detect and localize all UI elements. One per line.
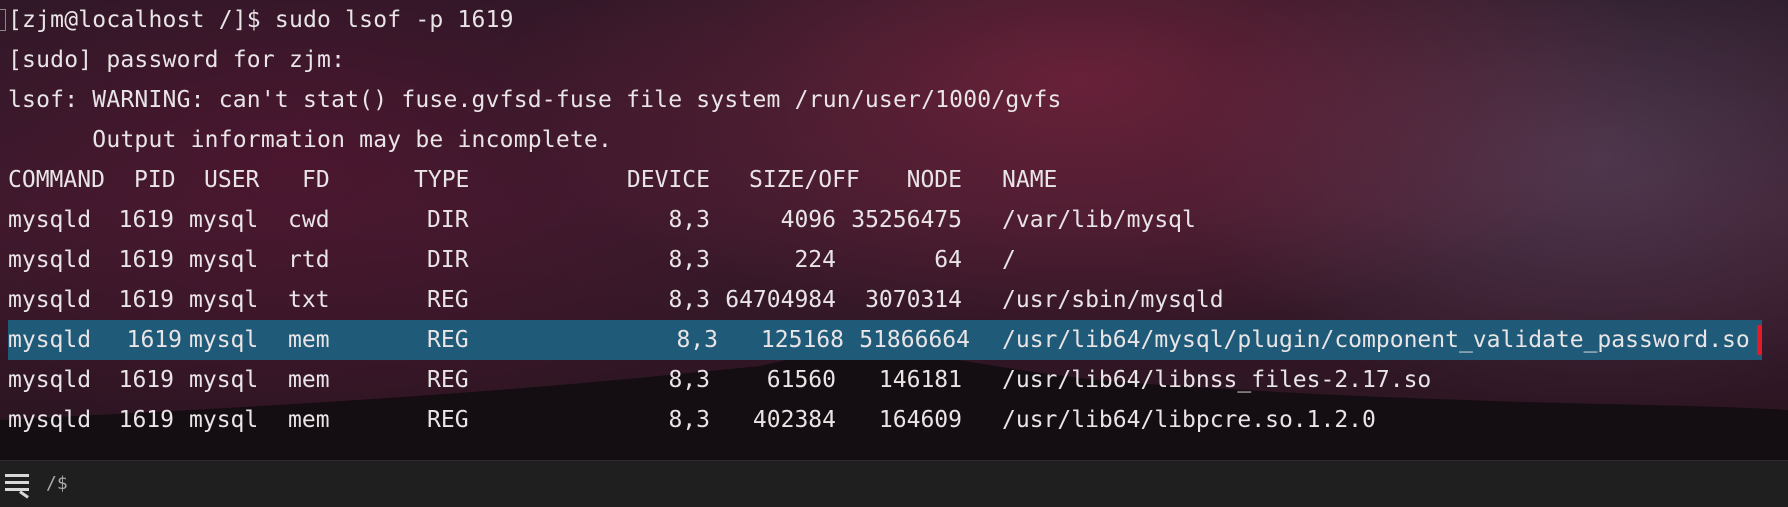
- table-header-row: COMMAND PID USER FD TYPE DEVICE SIZE/OFF…: [0, 160, 1762, 200]
- cell-type: REG: [427, 287, 469, 313]
- cell-size-off: 125168: [760, 327, 844, 353]
- cell-size-off: 402384: [752, 407, 836, 433]
- cell-node: 51866664: [859, 327, 970, 353]
- header-device: DEVICE: [626, 167, 710, 193]
- cell-name: /usr/lib64/libnss_files-2.17.so: [1002, 367, 1432, 393]
- header-name: NAME: [1002, 167, 1058, 193]
- lsof-warning-line: lsof: WARNING: can't stat() fuse.gvfsd-f…: [8, 87, 1062, 113]
- cell-device: 8,3: [668, 287, 710, 313]
- cell-user: mysql: [189, 327, 259, 353]
- cell-device: 8,3: [668, 407, 710, 433]
- cell-command: mysqld: [8, 207, 92, 233]
- header-fd: FD: [302, 167, 330, 193]
- cell-pid: 1619: [126, 327, 182, 353]
- cell-type: REG: [427, 367, 469, 393]
- cell-node: 146181: [878, 367, 962, 393]
- header-pid: PID: [134, 167, 176, 193]
- cell-pid: 1619: [118, 407, 174, 433]
- cell-pid: 1619: [118, 287, 174, 313]
- table-row: mysqld 1619 mysql txt REG 8,3 64704984 3…: [0, 280, 1762, 320]
- header-user: USER: [204, 167, 260, 193]
- cell-size-off: 61560: [766, 367, 836, 393]
- header-type: TYPE: [414, 167, 470, 193]
- cell-type: DIR: [427, 247, 469, 273]
- table-row-selected[interactable]: mysqld 1619 mysql mem REG 8,3 125168 518…: [8, 320, 1762, 360]
- cell-name: /usr/sbin/mysqld: [1002, 287, 1224, 313]
- cell-user: mysql: [189, 367, 259, 393]
- cell-device: 8,3: [668, 247, 710, 273]
- cell-command: mysqld: [8, 327, 92, 353]
- terminal-output[interactable]: [zjm@localhost /]$ sudo lsof -p 1619 [su…: [0, 0, 1788, 460]
- cell-size-off: 224: [794, 247, 836, 273]
- cell-command: mysqld: [8, 247, 92, 273]
- cell-user: mysql: [189, 207, 259, 233]
- lsof-warning-detail: Output information may be incomplete.: [8, 127, 613, 153]
- cell-fd: mem: [288, 407, 330, 433]
- table-row: mysqld 1619 mysql mem REG 8,3 402384 164…: [0, 400, 1762, 440]
- cell-command: mysqld: [8, 367, 92, 393]
- cell-command: mysqld: [8, 407, 92, 433]
- cell-type: REG: [427, 407, 469, 433]
- cell-fd: mem: [288, 367, 330, 393]
- cell-name: /usr/lib64/libpcre.so.1.2.0: [1002, 407, 1376, 433]
- cell-node: 64: [934, 247, 962, 273]
- header-node: NODE: [906, 167, 962, 193]
- text-cursor: [1757, 325, 1762, 355]
- cell-size-off: 64704984: [725, 287, 836, 313]
- cell-device: 8,3: [668, 367, 710, 393]
- cell-device: 8,3: [668, 207, 710, 233]
- table-row: mysqld 1619 mysql mem REG 8,3 61560 1461…: [0, 360, 1762, 400]
- cell-node: 3070314: [865, 287, 962, 313]
- cell-fd: txt: [288, 287, 330, 313]
- cell-fd: rtd: [288, 247, 330, 273]
- sudo-password-prompt: [sudo] password for zjm:: [8, 47, 346, 73]
- current-path-prompt: /$: [46, 473, 68, 494]
- cell-pid: 1619: [118, 247, 174, 273]
- cell-size-off: 4096: [780, 207, 836, 233]
- cell-command: mysqld: [8, 287, 92, 313]
- cell-name: /var/lib/mysql: [1002, 207, 1196, 233]
- cell-user: mysql: [189, 407, 259, 433]
- cell-name: /usr/lib64/mysql/plugin/component_valida…: [1002, 327, 1750, 353]
- cell-node: 164609: [878, 407, 962, 433]
- cell-user: mysql: [189, 247, 259, 273]
- header-command: COMMAND: [8, 167, 105, 193]
- window-edge-marker: [0, 9, 6, 31]
- status-bar: /$: [0, 460, 1788, 507]
- command-prompt-line: [zjm@localhost /]$ sudo lsof -p 1619: [8, 7, 514, 33]
- cell-name: /: [1002, 247, 1016, 273]
- cell-pid: 1619: [118, 207, 174, 233]
- cell-pid: 1619: [118, 367, 174, 393]
- cell-type: DIR: [427, 207, 469, 233]
- cell-device: 8,3: [676, 327, 718, 353]
- table-row: mysqld 1619 mysql cwd DIR 8,3 4096 35256…: [0, 200, 1762, 240]
- table-row: mysqld 1619 mysql rtd DIR 8,3 224 64 /: [0, 240, 1762, 280]
- header-size-off: SIZE/OFF: [749, 167, 860, 193]
- cell-type: REG: [427, 327, 469, 353]
- cell-user: mysql: [189, 287, 259, 313]
- cell-node: 35256475: [851, 207, 962, 233]
- cell-fd: cwd: [288, 207, 330, 233]
- cell-fd: mem: [288, 327, 330, 353]
- hamburger-menu-icon[interactable]: [5, 474, 29, 499]
